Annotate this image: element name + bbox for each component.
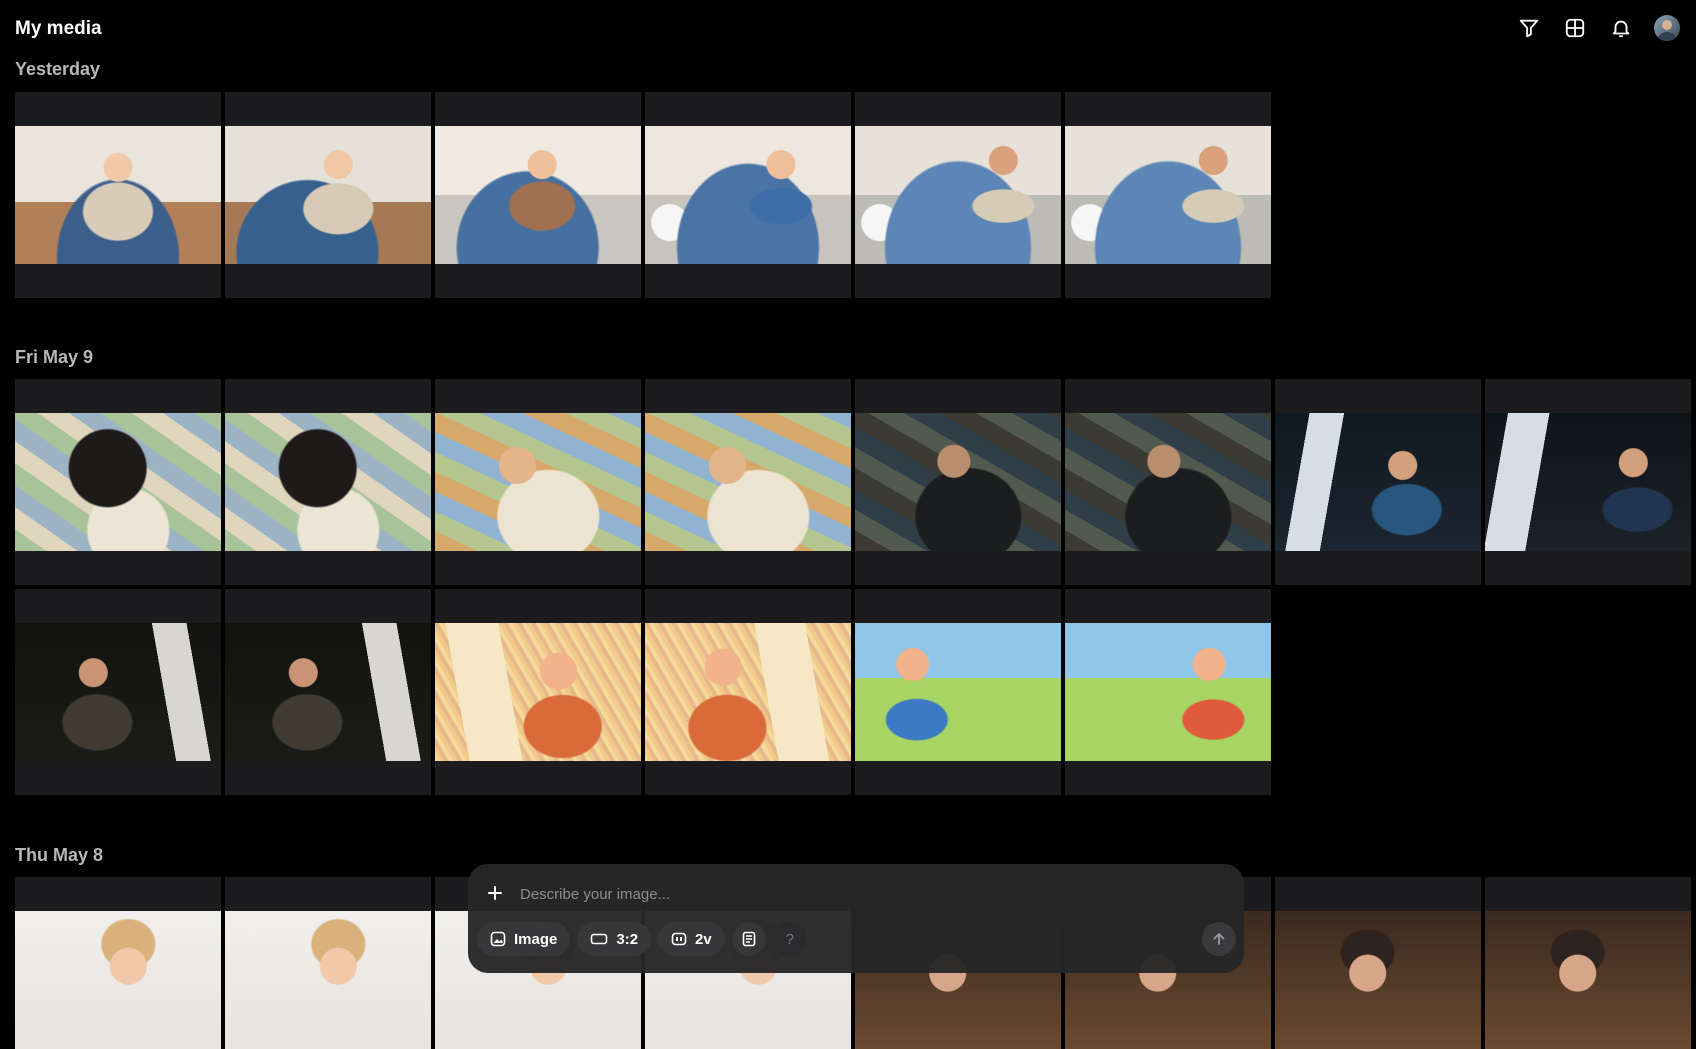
media-thumbnail [1485, 911, 1691, 1049]
aspect-ratio-icon [591, 933, 608, 945]
media-tile[interactable] [1275, 379, 1481, 585]
media-tile[interactable] [855, 92, 1061, 298]
media-tile[interactable] [1065, 589, 1271, 795]
page-title: My media [15, 18, 102, 39]
media-tile[interactable] [15, 379, 221, 585]
variations-icon [671, 932, 687, 946]
media-tile[interactable] [645, 589, 851, 795]
media-tile[interactable] [435, 379, 641, 585]
add-attachment-button[interactable] [484, 882, 506, 904]
media-tile[interactable] [645, 92, 851, 298]
media-thumbnail [1065, 623, 1271, 761]
media-thumbnail [225, 623, 431, 761]
media-thumbnail [435, 126, 641, 264]
media-tile[interactable] [225, 92, 431, 298]
bell-icon[interactable] [1608, 15, 1634, 41]
version-chip[interactable]: 2v [658, 922, 725, 956]
mode-chip[interactable]: Image [477, 922, 571, 956]
help-button[interactable]: ? [772, 922, 807, 956]
media-thumbnail [225, 126, 431, 264]
media-thumbnail [225, 413, 431, 551]
media-tile[interactable] [1065, 379, 1271, 585]
media-tile[interactable] [645, 379, 851, 585]
media-tile[interactable] [225, 589, 431, 795]
media-thumbnail [435, 413, 641, 551]
aspect-ratio-label: 3:2 [616, 930, 639, 948]
mode-label: Image [514, 930, 558, 948]
media-thumbnail [1275, 911, 1481, 1049]
filter-icon[interactable] [1516, 15, 1542, 41]
section-title-yesterday: Yesterday [15, 59, 101, 79]
media-thumbnail [1275, 413, 1481, 551]
media-tile[interactable] [1065, 92, 1271, 298]
media-thumbnail [645, 413, 851, 551]
prompt-options: Image 3:2 2v ? [477, 922, 807, 956]
media-thumbnail [855, 623, 1061, 761]
media-tile[interactable] [225, 877, 431, 1049]
version-label: 2v [695, 930, 712, 948]
help-label: ? [785, 930, 794, 948]
media-thumbnail [645, 623, 851, 761]
media-thumbnail [1485, 413, 1691, 551]
section-title-thu-may-8: Thu May 8 [15, 845, 104, 865]
media-tile[interactable] [855, 589, 1061, 795]
send-button[interactable] [1202, 922, 1236, 956]
aspect-ratio-chip[interactable]: 3:2 [577, 922, 652, 956]
media-thumbnail [855, 126, 1061, 264]
plus-icon [488, 886, 502, 900]
section-title-fri-may-9: Fri May 9 [15, 347, 94, 367]
media-thumbnail [15, 126, 221, 264]
grid-icon[interactable] [1562, 15, 1588, 41]
prompt-input[interactable] [518, 879, 1182, 909]
media-tile[interactable] [15, 589, 221, 795]
media-thumbnail [645, 126, 851, 264]
media-thumbnail [15, 911, 221, 1049]
media-tile[interactable] [1485, 379, 1691, 585]
presets-button[interactable] [731, 922, 766, 956]
media-thumbnail [1065, 126, 1271, 264]
media-grid-fri-may-9 [15, 379, 1691, 795]
media-tile[interactable] [1485, 877, 1691, 1049]
media-tile[interactable] [435, 589, 641, 795]
document-icon [742, 931, 756, 947]
media-thumbnail [225, 911, 431, 1049]
media-tile[interactable] [225, 379, 431, 585]
media-thumbnail [1065, 413, 1271, 551]
top-actions [1516, 15, 1680, 41]
media-tile[interactable] [435, 92, 641, 298]
media-thumbnail [15, 413, 221, 551]
arrow-up-icon [1213, 933, 1225, 945]
image-icon [490, 931, 506, 947]
media-thumbnail [435, 623, 641, 761]
media-thumbnail [15, 623, 221, 761]
media-tile[interactable] [15, 877, 221, 1049]
top-bar: My media [0, 0, 1696, 58]
media-tile[interactable] [1275, 877, 1481, 1049]
avatar[interactable] [1654, 15, 1680, 41]
prompt-bar: Image 3:2 2v ? [468, 864, 1244, 973]
media-tile[interactable] [855, 379, 1061, 585]
media-tile[interactable] [15, 92, 221, 298]
media-thumbnail [855, 413, 1061, 551]
media-grid-yesterday [15, 92, 1691, 298]
